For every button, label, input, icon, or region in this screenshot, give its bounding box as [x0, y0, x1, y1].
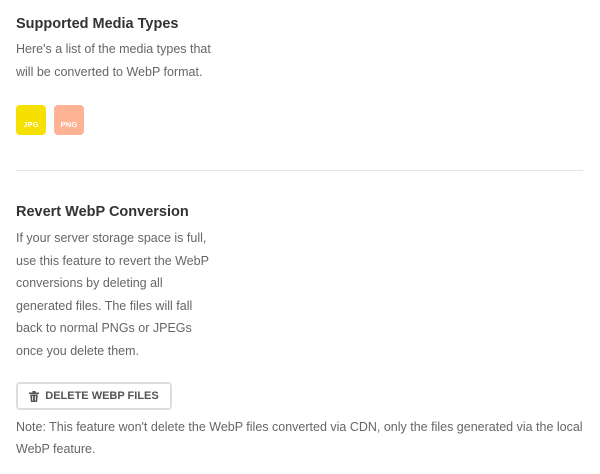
section-divider — [16, 170, 583, 171]
delete-webp-files-button[interactable]: DELETE WEBP FILES — [16, 382, 172, 410]
trash-icon — [29, 390, 40, 402]
supported-media-types-title: Supported Media Types — [16, 16, 179, 32]
description-line: generated files. The files will fall — [16, 298, 193, 313]
media-type-badges: JPG PNG — [16, 105, 84, 135]
jpg-badge: JPG — [16, 105, 46, 135]
description-line: conversions by deleting all — [16, 276, 163, 290]
description-line: back to normal PNGs or JPEGs — [16, 321, 192, 335]
description-line: If your server storage space is full, — [16, 231, 207, 245]
note-line: WebP feature. — [16, 442, 96, 456]
supported-media-types-description: Here's a list of the media types that wi… — [16, 38, 211, 83]
revert-webp-title: Revert WebP Conversion — [16, 204, 189, 220]
revert-webp-description: If your server storage space is full, us… — [16, 227, 209, 362]
description-line: Here's a list of the media types that — [16, 42, 211, 56]
description-line: use this feature to revert the WebP — [16, 253, 209, 268]
description-line: once you delete them. — [16, 343, 139, 358]
png-badge: PNG — [54, 105, 84, 135]
delete-webp-files-label: DELETE WEBP FILES — [45, 390, 159, 402]
cdn-note: Note: This feature won't delete the WebP… — [16, 416, 586, 460]
description-line: will be converted to WebP format. — [16, 64, 203, 79]
webp-settings-panel: Supported Media Types Here's a list of t… — [0, 0, 600, 474]
note-line: Note: This feature won't delete the WebP… — [16, 420, 583, 434]
